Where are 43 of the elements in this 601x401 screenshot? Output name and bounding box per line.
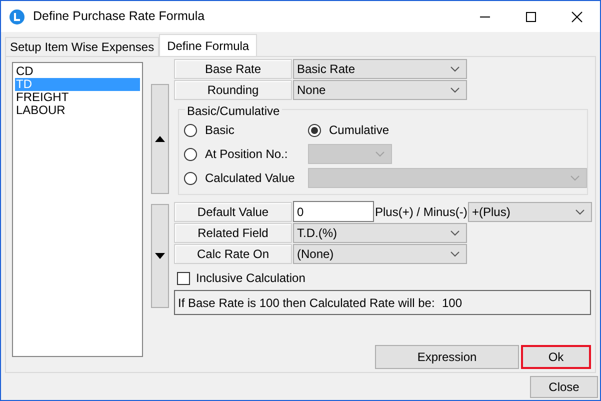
- field-label: Rounding: [174, 80, 292, 100]
- field-label: Related Field: [174, 223, 292, 243]
- field-label: Default Value: [174, 202, 292, 222]
- triangle-down-icon: [155, 251, 165, 261]
- radio-button[interactable]: [184, 172, 197, 184]
- chevron-down-icon: [570, 175, 580, 181]
- dropdown[interactable]: +(Plus): [468, 202, 592, 222]
- field-label: Base Rate: [174, 59, 292, 79]
- chevron-down-icon: [450, 66, 460, 72]
- sign-label: Plus(+) / Minus(-): [375, 204, 467, 220]
- list-item[interactable]: FREIGHT: [15, 91, 140, 104]
- chevron-down-icon: [450, 230, 460, 236]
- default-value-input[interactable]: 0: [293, 201, 374, 222]
- close-button[interactable]: Close: [530, 376, 598, 398]
- list-item[interactable]: CD: [15, 65, 140, 78]
- dropdown[interactable]: T.D.(%): [293, 223, 467, 243]
- radio-button[interactable]: [184, 148, 197, 160]
- checkbox[interactable]: [177, 272, 190, 284]
- chevron-down-icon: [575, 208, 585, 214]
- list-item[interactable]: LABOUR: [15, 104, 140, 117]
- app-logo-icon: [9, 8, 25, 24]
- tab[interactable]: Define Formula: [159, 34, 258, 56]
- ok-button[interactable]: Ok: [521, 345, 591, 369]
- radio-label: At Position No.:: [205, 146, 288, 163]
- field-label: Calc Rate On: [174, 244, 292, 264]
- radio-button[interactable]: [308, 124, 321, 136]
- dropdown[interactable]: None: [293, 80, 467, 100]
- checkbox-label: Inclusive Calculation: [196, 270, 306, 287]
- result-value: 100: [442, 294, 462, 312]
- tab[interactable]: Setup Item Wise Expenses: [5, 37, 160, 56]
- chevron-down-icon: [450, 251, 460, 257]
- chevron-down-icon: [450, 87, 460, 93]
- radio-label: Basic: [205, 122, 234, 139]
- radio-button[interactable]: [184, 124, 197, 136]
- radio-label: Calculated Value: [205, 170, 295, 187]
- expression-button[interactable]: Expression: [375, 345, 519, 369]
- dropdown[interactable]: (None): [293, 244, 467, 264]
- triangle-up-icon: [155, 134, 165, 144]
- result-text: If Base Rate is 100 then Calculated Rate will be:: [178, 294, 436, 312]
- dropdown[interactable]: Basic Rate: [293, 59, 467, 79]
- window-title: Define Purchase Rate Formula: [33, 8, 205, 26]
- chevron-down-icon: [375, 151, 385, 157]
- radio-label: Cumulative: [329, 122, 390, 139]
